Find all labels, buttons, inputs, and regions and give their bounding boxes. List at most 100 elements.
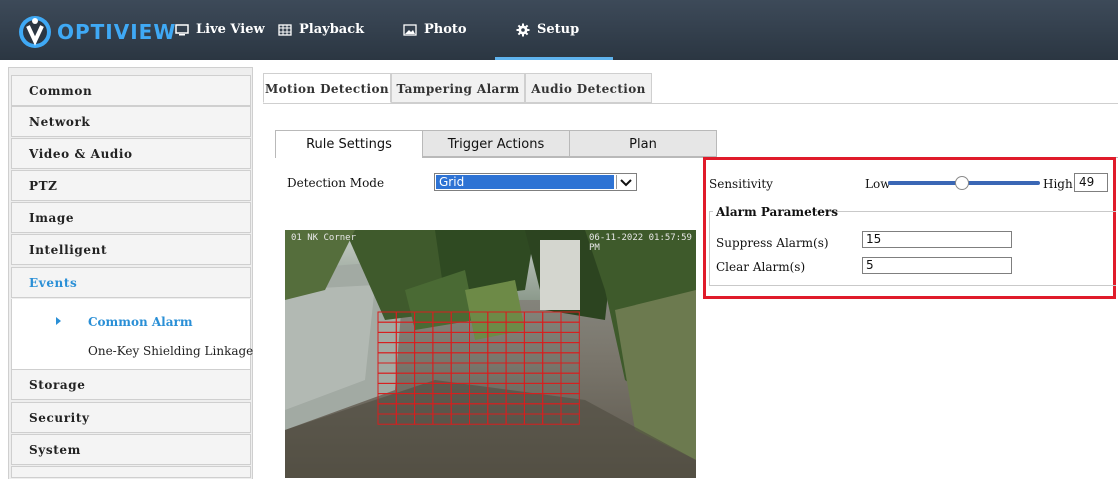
suppress-alarm-input[interactable]: 15 xyxy=(862,231,1012,248)
grid-cell[interactable] xyxy=(377,393,397,405)
grid-cell[interactable] xyxy=(469,413,489,425)
grid-cell[interactable] xyxy=(377,362,397,374)
grid-cell[interactable] xyxy=(395,362,416,374)
grid-cell[interactable] xyxy=(487,342,507,354)
grid-cell[interactable] xyxy=(560,311,580,323)
sidebar-item-storage[interactable]: Storage xyxy=(11,369,251,400)
nav-photo[interactable]: Photo xyxy=(403,18,467,42)
sidebar-item-events[interactable]: Events xyxy=(11,267,251,298)
grid-cell[interactable] xyxy=(560,362,580,374)
grid-cell[interactable] xyxy=(523,393,544,405)
video-preview[interactable]: 01 NK Corner 06-11-2022 01:57:59 PM xyxy=(285,230,696,478)
grid-cell[interactable] xyxy=(487,321,507,333)
grid-cell[interactable] xyxy=(469,331,489,344)
select-arrow-button[interactable] xyxy=(616,175,635,189)
grid-cell[interactable] xyxy=(505,403,525,415)
sidebar-item-image[interactable]: Image xyxy=(11,202,251,233)
grid-cell[interactable] xyxy=(432,393,452,405)
grid-cell[interactable] xyxy=(432,382,452,395)
grid-cell[interactable] xyxy=(395,403,416,415)
clear-alarm-input[interactable]: 5 xyxy=(862,257,1012,274)
grid-cell[interactable] xyxy=(523,352,544,364)
grid-cell[interactable] xyxy=(377,352,397,364)
grid-cell[interactable] xyxy=(395,331,416,344)
grid-cell[interactable] xyxy=(542,413,562,425)
grid-cell[interactable] xyxy=(469,372,489,384)
grid-cell[interactable] xyxy=(523,372,544,384)
tab-motion-detection[interactable]: Motion Detection xyxy=(263,73,391,103)
grid-cell[interactable] xyxy=(523,382,544,395)
grid-cell[interactable] xyxy=(523,311,544,323)
grid-cell[interactable] xyxy=(523,413,544,425)
grid-cell[interactable] xyxy=(542,382,562,395)
grid-cell[interactable] xyxy=(542,311,562,323)
grid-cell[interactable] xyxy=(450,362,470,374)
grid-cell[interactable] xyxy=(469,352,489,364)
grid-cell[interactable] xyxy=(560,331,580,344)
grid-cell[interactable] xyxy=(560,372,580,384)
submenu-common-alarm[interactable]: Common Alarm xyxy=(88,315,193,329)
grid-cell[interactable] xyxy=(432,372,452,384)
tab-trigger-actions[interactable]: Trigger Actions xyxy=(422,130,570,157)
grid-cell[interactable] xyxy=(469,403,489,415)
motion-detection-grid[interactable] xyxy=(285,230,696,478)
grid-cell[interactable] xyxy=(523,331,544,344)
grid-cell[interactable] xyxy=(414,382,434,395)
grid-cell[interactable] xyxy=(487,362,507,374)
grid-cell[interactable] xyxy=(450,382,470,395)
grid-cell[interactable] xyxy=(469,311,489,323)
sidebar-item-video-audio[interactable]: Video & Audio xyxy=(11,138,251,169)
grid-cell[interactable] xyxy=(560,321,580,333)
grid-cell[interactable] xyxy=(414,321,434,333)
grid-cell[interactable] xyxy=(414,403,434,415)
grid-cell[interactable] xyxy=(414,362,434,374)
grid-cell[interactable] xyxy=(377,382,397,395)
grid-cell[interactable] xyxy=(487,413,507,425)
grid-cell[interactable] xyxy=(395,393,416,405)
grid-cell[interactable] xyxy=(395,342,416,354)
grid-cell[interactable] xyxy=(395,352,416,364)
grid-cell[interactable] xyxy=(377,403,397,415)
sidebar-item-network[interactable]: Network xyxy=(11,106,251,137)
sidebar-item-intelligent[interactable]: Intelligent xyxy=(11,234,251,265)
grid-cell[interactable] xyxy=(505,342,525,354)
grid-cell[interactable] xyxy=(505,382,525,395)
grid-cell[interactable] xyxy=(560,393,580,405)
grid-cell[interactable] xyxy=(560,403,580,415)
grid-cell[interactable] xyxy=(450,393,470,405)
grid-cell[interactable] xyxy=(414,342,434,354)
grid-cell[interactable] xyxy=(542,352,562,364)
grid-cell[interactable] xyxy=(469,382,489,395)
grid-cell[interactable] xyxy=(542,403,562,415)
sensitivity-value-input[interactable]: 49 xyxy=(1074,173,1108,192)
nav-playback[interactable]: Playback xyxy=(278,18,364,42)
grid-cell[interactable] xyxy=(432,413,452,425)
tab-rule-settings[interactable]: Rule Settings xyxy=(275,130,423,158)
grid-cell[interactable] xyxy=(542,342,562,354)
grid-cell[interactable] xyxy=(542,372,562,384)
grid-cell[interactable] xyxy=(432,362,452,374)
grid-cell[interactable] xyxy=(432,311,452,323)
grid-cell[interactable] xyxy=(395,321,416,333)
grid-cell[interactable] xyxy=(542,393,562,405)
grid-cell[interactable] xyxy=(523,403,544,415)
nav-live-view[interactable]: Live View xyxy=(175,18,265,42)
grid-cell[interactable] xyxy=(450,342,470,354)
grid-cell[interactable] xyxy=(469,393,489,405)
grid-cell[interactable] xyxy=(505,321,525,333)
grid-cell[interactable] xyxy=(395,382,416,395)
tab-plan[interactable]: Plan xyxy=(569,130,717,157)
grid-cell[interactable] xyxy=(432,321,452,333)
sidebar-item-system[interactable]: System xyxy=(11,434,251,465)
grid-cell[interactable] xyxy=(414,352,434,364)
grid-cell[interactable] xyxy=(487,372,507,384)
grid-cell[interactable] xyxy=(505,372,525,384)
grid-cell[interactable] xyxy=(505,362,525,374)
grid-cell[interactable] xyxy=(450,413,470,425)
grid-cell[interactable] xyxy=(450,331,470,344)
grid-cell[interactable] xyxy=(505,331,525,344)
grid-cell[interactable] xyxy=(432,352,452,364)
grid-cell[interactable] xyxy=(487,311,507,323)
grid-cell[interactable] xyxy=(414,413,434,425)
grid-cell[interactable] xyxy=(523,362,544,374)
